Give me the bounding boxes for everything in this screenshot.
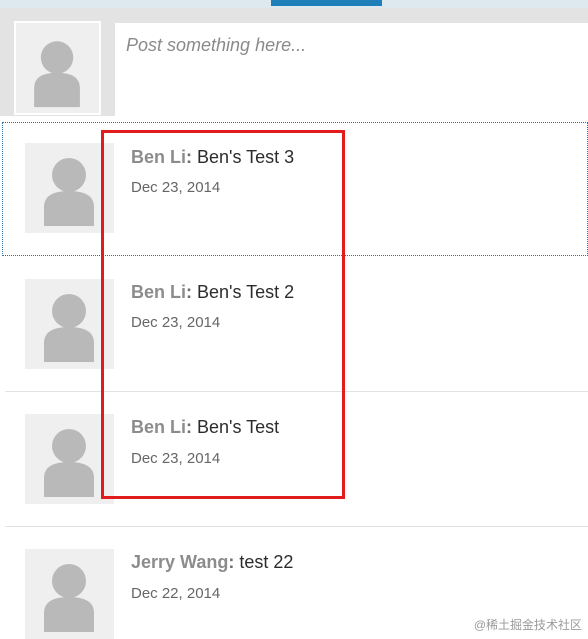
author-separator: : bbox=[228, 552, 235, 572]
post-composer: Post something here... bbox=[0, 8, 588, 116]
feed-item-message: test 22 bbox=[239, 552, 294, 572]
watermark: @稀土掘金技术社区 bbox=[473, 618, 582, 632]
current-user-avatar bbox=[14, 21, 101, 115]
active-tab-indicator[interactable] bbox=[271, 0, 382, 6]
person-silhouette-icon bbox=[44, 564, 94, 632]
post-input[interactable]: Post something here... bbox=[115, 23, 588, 116]
author-name[interactable]: Jerry Wang bbox=[131, 552, 228, 572]
avatar[interactable] bbox=[25, 549, 114, 639]
post-input-placeholder: Post something here... bbox=[126, 35, 307, 55]
feed-item-date: Dec 22, 2014 bbox=[131, 585, 221, 602]
highlight-annotation-box bbox=[101, 130, 345, 499]
feed-divider bbox=[5, 526, 588, 527]
top-tab-strip bbox=[0, 0, 588, 8]
feed-item-author-line: Jerry Wang: test 22 bbox=[131, 552, 293, 573]
person-silhouette-icon bbox=[34, 41, 80, 108]
